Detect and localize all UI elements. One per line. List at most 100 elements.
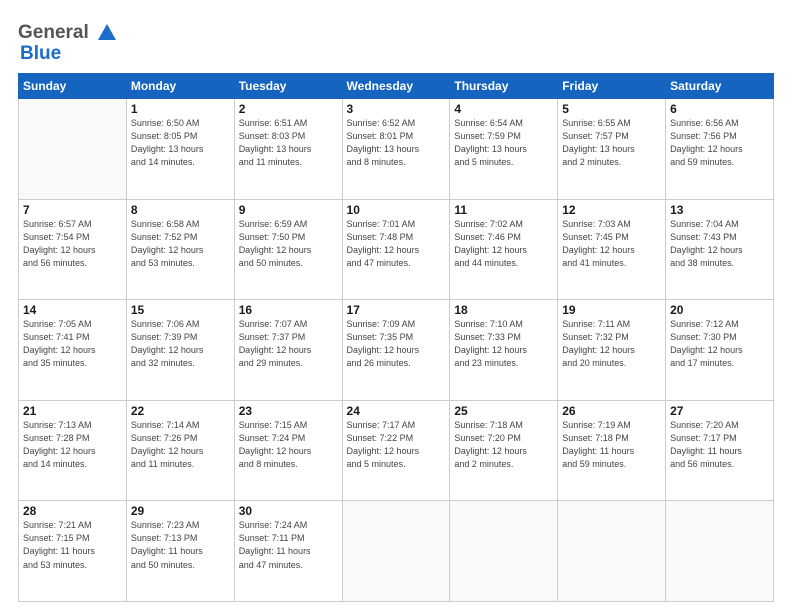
calendar-cell [558,501,666,602]
logo-text: General [18,22,118,44]
logo: General Blue [18,18,118,63]
calendar-table: SundayMondayTuesdayWednesdayThursdayFrid… [18,73,774,602]
calendar-cell: 16Sunrise: 7:07 AMSunset: 7:37 PMDayligh… [234,300,342,401]
day-number: 7 [23,203,122,217]
week-row-1: 1Sunrise: 6:50 AMSunset: 8:05 PMDaylight… [19,99,774,200]
calendar-cell [666,501,774,602]
day-number: 1 [131,102,230,116]
day-info: Sunrise: 7:17 AMSunset: 7:22 PMDaylight:… [347,419,446,471]
week-row-3: 14Sunrise: 7:05 AMSunset: 7:41 PMDayligh… [19,300,774,401]
day-number: 12 [562,203,661,217]
day-number: 19 [562,303,661,317]
day-info: Sunrise: 6:56 AMSunset: 7:56 PMDaylight:… [670,117,769,169]
weekday-header-tuesday: Tuesday [234,74,342,99]
logo-blue-text: Blue [20,44,61,63]
day-info: Sunrise: 7:06 AMSunset: 7:39 PMDaylight:… [131,318,230,370]
calendar-cell: 23Sunrise: 7:15 AMSunset: 7:24 PMDayligh… [234,400,342,501]
calendar-cell [450,501,558,602]
calendar-cell: 13Sunrise: 7:04 AMSunset: 7:43 PMDayligh… [666,199,774,300]
weekday-header-wednesday: Wednesday [342,74,450,99]
day-info: Sunrise: 7:24 AMSunset: 7:11 PMDaylight:… [239,519,338,571]
day-info: Sunrise: 7:18 AMSunset: 7:20 PMDaylight:… [454,419,553,471]
day-info: Sunrise: 7:11 AMSunset: 7:32 PMDaylight:… [562,318,661,370]
day-info: Sunrise: 7:20 AMSunset: 7:17 PMDaylight:… [670,419,769,471]
calendar-cell: 24Sunrise: 7:17 AMSunset: 7:22 PMDayligh… [342,400,450,501]
day-info: Sunrise: 6:58 AMSunset: 7:52 PMDaylight:… [131,218,230,270]
day-info: Sunrise: 7:15 AMSunset: 7:24 PMDaylight:… [239,419,338,471]
calendar-cell: 12Sunrise: 7:03 AMSunset: 7:45 PMDayligh… [558,199,666,300]
calendar-cell: 10Sunrise: 7:01 AMSunset: 7:48 PMDayligh… [342,199,450,300]
day-info: Sunrise: 7:02 AMSunset: 7:46 PMDaylight:… [454,218,553,270]
day-info: Sunrise: 7:23 AMSunset: 7:13 PMDaylight:… [131,519,230,571]
week-row-2: 7Sunrise: 6:57 AMSunset: 7:54 PMDaylight… [19,199,774,300]
day-number: 28 [23,504,122,518]
calendar-cell: 26Sunrise: 7:19 AMSunset: 7:18 PMDayligh… [558,400,666,501]
calendar-cell: 18Sunrise: 7:10 AMSunset: 7:33 PMDayligh… [450,300,558,401]
day-info: Sunrise: 7:03 AMSunset: 7:45 PMDaylight:… [562,218,661,270]
calendar-cell: 4Sunrise: 6:54 AMSunset: 7:59 PMDaylight… [450,99,558,200]
day-info: Sunrise: 7:07 AMSunset: 7:37 PMDaylight:… [239,318,338,370]
day-number: 25 [454,404,553,418]
day-number: 23 [239,404,338,418]
calendar-cell: 1Sunrise: 6:50 AMSunset: 8:05 PMDaylight… [126,99,234,200]
weekday-header-row: SundayMondayTuesdayWednesdayThursdayFrid… [19,74,774,99]
weekday-header-sunday: Sunday [19,74,127,99]
day-number: 27 [670,404,769,418]
calendar-cell: 9Sunrise: 6:59 AMSunset: 7:50 PMDaylight… [234,199,342,300]
day-number: 11 [454,203,553,217]
day-number: 22 [131,404,230,418]
calendar-cell: 2Sunrise: 6:51 AMSunset: 8:03 PMDaylight… [234,99,342,200]
calendar-cell: 30Sunrise: 7:24 AMSunset: 7:11 PMDayligh… [234,501,342,602]
day-info: Sunrise: 6:51 AMSunset: 8:03 PMDaylight:… [239,117,338,169]
calendar-cell: 6Sunrise: 6:56 AMSunset: 7:56 PMDaylight… [666,99,774,200]
weekday-header-monday: Monday [126,74,234,99]
day-info: Sunrise: 7:19 AMSunset: 7:18 PMDaylight:… [562,419,661,471]
day-number: 30 [239,504,338,518]
day-number: 5 [562,102,661,116]
day-info: Sunrise: 6:59 AMSunset: 7:50 PMDaylight:… [239,218,338,270]
day-number: 4 [454,102,553,116]
calendar-cell: 7Sunrise: 6:57 AMSunset: 7:54 PMDaylight… [19,199,127,300]
day-info: Sunrise: 6:55 AMSunset: 7:57 PMDaylight:… [562,117,661,169]
day-info: Sunrise: 7:10 AMSunset: 7:33 PMDaylight:… [454,318,553,370]
day-info: Sunrise: 7:04 AMSunset: 7:43 PMDaylight:… [670,218,769,270]
day-info: Sunrise: 6:52 AMSunset: 8:01 PMDaylight:… [347,117,446,169]
day-number: 17 [347,303,446,317]
day-number: 26 [562,404,661,418]
day-number: 2 [239,102,338,116]
day-number: 18 [454,303,553,317]
weekday-header-thursday: Thursday [450,74,558,99]
day-info: Sunrise: 7:12 AMSunset: 7:30 PMDaylight:… [670,318,769,370]
day-number: 9 [239,203,338,217]
calendar-cell: 15Sunrise: 7:06 AMSunset: 7:39 PMDayligh… [126,300,234,401]
day-number: 3 [347,102,446,116]
page: General Blue SundayMondayTuesdayWednesda… [0,0,792,612]
day-info: Sunrise: 7:13 AMSunset: 7:28 PMDaylight:… [23,419,122,471]
day-info: Sunrise: 7:21 AMSunset: 7:15 PMDaylight:… [23,519,122,571]
day-info: Sunrise: 6:50 AMSunset: 8:05 PMDaylight:… [131,117,230,169]
calendar-cell: 20Sunrise: 7:12 AMSunset: 7:30 PMDayligh… [666,300,774,401]
day-number: 16 [239,303,338,317]
calendar-cell: 5Sunrise: 6:55 AMSunset: 7:57 PMDaylight… [558,99,666,200]
day-number: 20 [670,303,769,317]
day-info: Sunrise: 7:01 AMSunset: 7:48 PMDaylight:… [347,218,446,270]
day-number: 8 [131,203,230,217]
calendar-cell: 17Sunrise: 7:09 AMSunset: 7:35 PMDayligh… [342,300,450,401]
calendar-cell [19,99,127,200]
calendar-cell: 22Sunrise: 7:14 AMSunset: 7:26 PMDayligh… [126,400,234,501]
calendar-cell: 19Sunrise: 7:11 AMSunset: 7:32 PMDayligh… [558,300,666,401]
calendar-cell: 11Sunrise: 7:02 AMSunset: 7:46 PMDayligh… [450,199,558,300]
calendar-cell: 28Sunrise: 7:21 AMSunset: 7:15 PMDayligh… [19,501,127,602]
day-info: Sunrise: 7:09 AMSunset: 7:35 PMDaylight:… [347,318,446,370]
day-number: 15 [131,303,230,317]
weekday-header-saturday: Saturday [666,74,774,99]
calendar-cell: 14Sunrise: 7:05 AMSunset: 7:41 PMDayligh… [19,300,127,401]
day-number: 10 [347,203,446,217]
logo-icon [96,22,118,44]
day-number: 21 [23,404,122,418]
calendar-cell: 8Sunrise: 6:58 AMSunset: 7:52 PMDaylight… [126,199,234,300]
day-info: Sunrise: 6:57 AMSunset: 7:54 PMDaylight:… [23,218,122,270]
week-row-5: 28Sunrise: 7:21 AMSunset: 7:15 PMDayligh… [19,501,774,602]
calendar-cell: 25Sunrise: 7:18 AMSunset: 7:20 PMDayligh… [450,400,558,501]
day-info: Sunrise: 7:14 AMSunset: 7:26 PMDaylight:… [131,419,230,471]
